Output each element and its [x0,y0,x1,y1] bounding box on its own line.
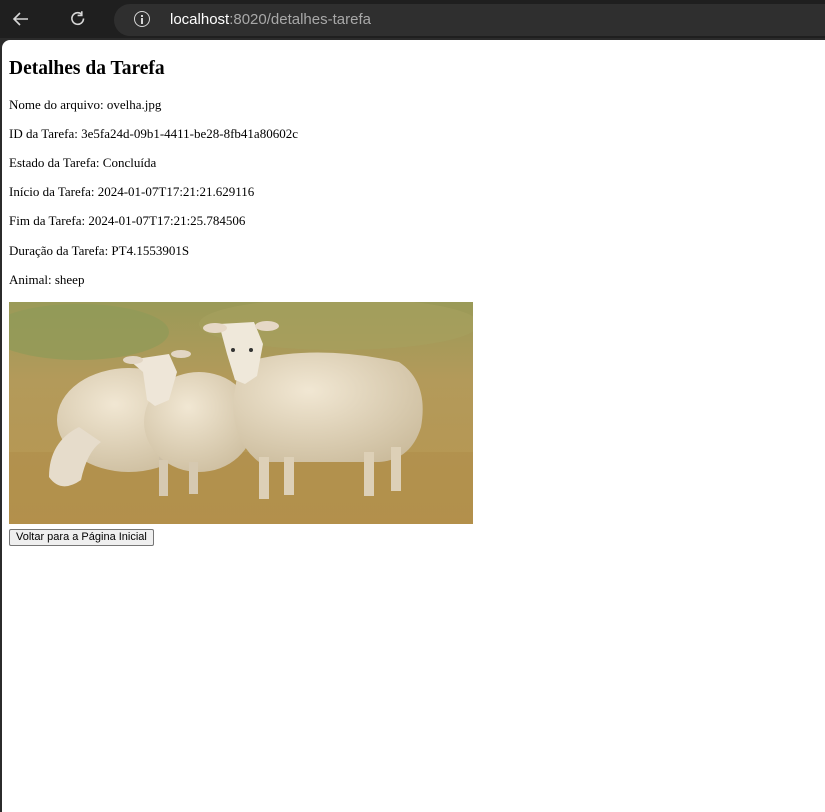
task-id-text: ID da Tarefa: 3e5fa24d-09b1-4411-be28-8f… [9,126,298,141]
browser-toolbar: localhost:8020/detalhes-tarefa [0,0,825,38]
task-duration-text: Duração da Tarefa: PT4.1553901S [9,243,190,258]
back-arrow-icon[interactable] [9,7,33,31]
task-end-text: Fim da Tarefa: 2024-01-07T17:21:25.78450… [9,213,246,228]
address-bar[interactable]: localhost:8020/detalhes-tarefa [114,4,825,36]
reload-icon[interactable] [66,7,90,31]
task-status-text: Estado da Tarefa: Concluída [9,155,157,170]
page-title: Detalhes da Tarefa [9,58,165,79]
file-name-text: Nome do arquivo: ovelha.jpg [9,97,162,112]
sheep-photo [9,302,473,524]
back-home-button[interactable]: Voltar para a Página Inicial [9,529,154,546]
task-start-text: Início da Tarefa: 2024-01-07T17:21:21.62… [9,184,255,199]
animal-text: Animal: sheep [9,272,85,287]
info-icon[interactable] [134,11,150,27]
url-text[interactable]: localhost:8020/detalhes-tarefa [170,11,371,29]
page-content: Detalhes da Tarefa Nome do arquivo: ovel… [2,40,825,812]
